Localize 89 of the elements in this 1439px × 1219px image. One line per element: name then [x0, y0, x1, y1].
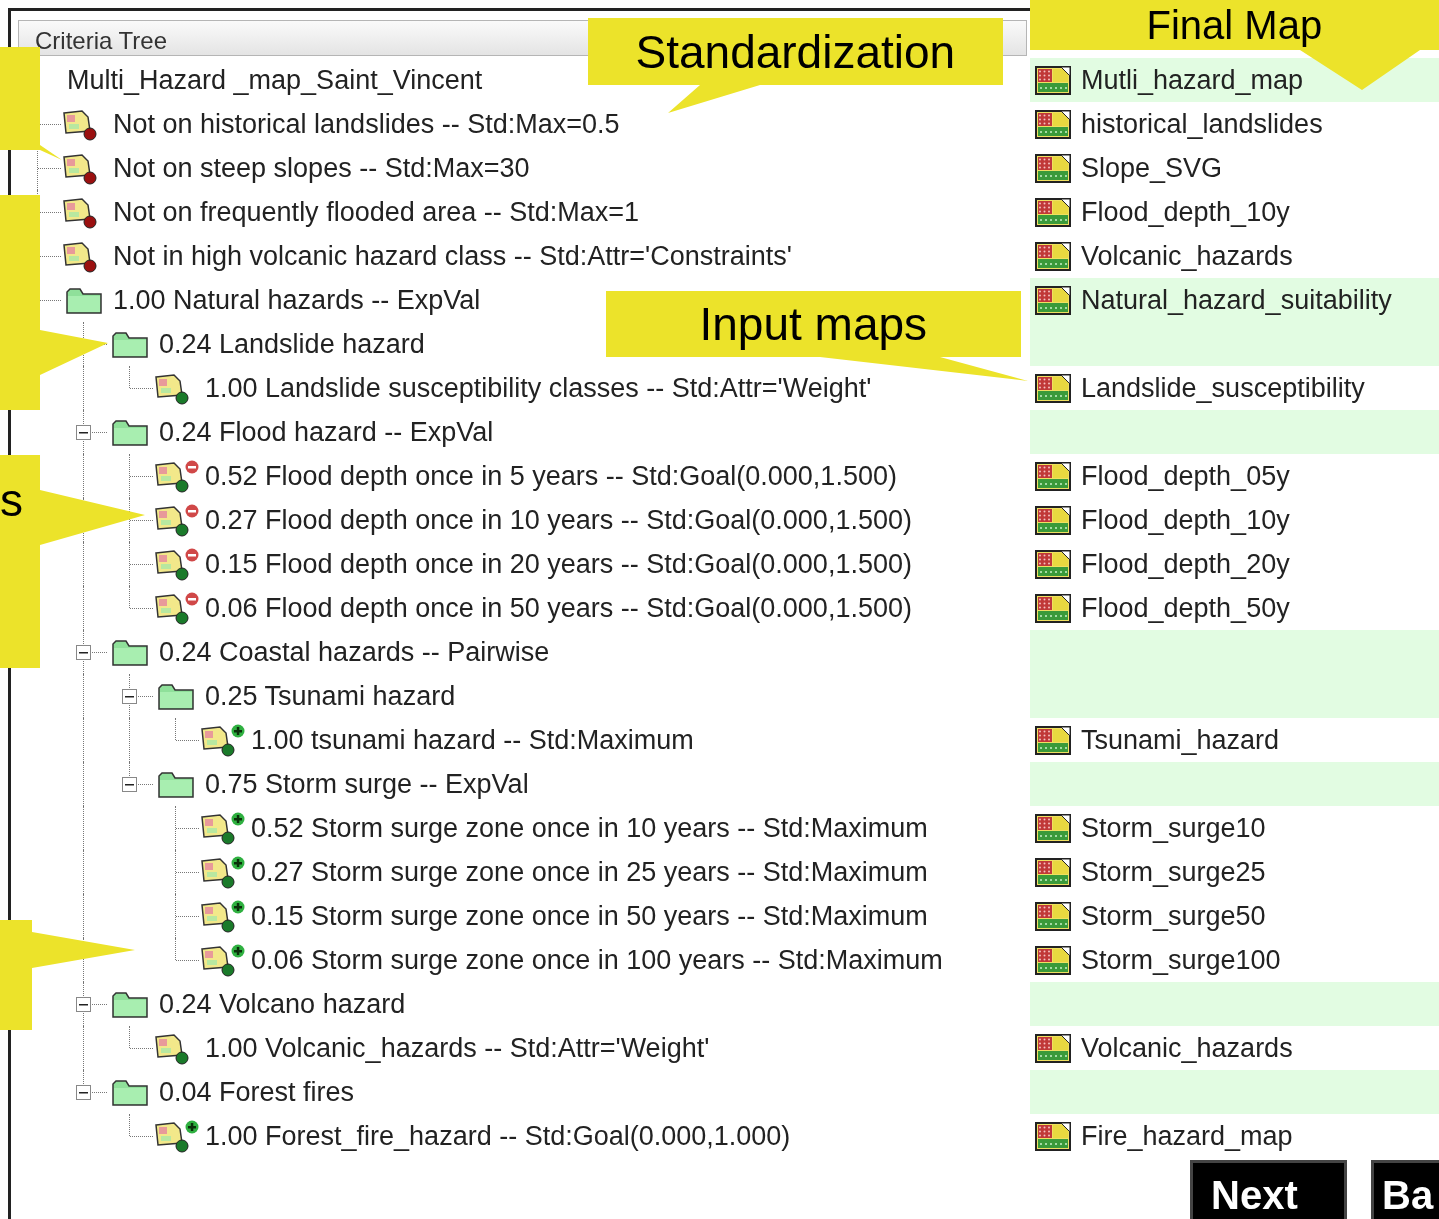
collapse-icon[interactable] — [76, 997, 91, 1012]
tree-item-label[interactable]: Multi_Hazard _map_Saint_Vincent — [67, 59, 483, 101]
folder-icon — [65, 285, 103, 315]
tree-item-label[interactable]: 0.27 Flood depth once in 10 years -- Std:Goal(0.000,1.500) — [205, 499, 912, 541]
raster-map-icon — [1035, 725, 1071, 755]
tree-item-label[interactable]: 0.24 Coastal hazards -- Pairwise — [159, 631, 550, 673]
tree-item-label[interactable]: 1.00 Landslide susceptibility classes -- Std:Attr='Weight' — [205, 367, 872, 409]
map-name: Storm_surge10 — [1081, 811, 1266, 845]
collapse-icon[interactable] — [76, 1085, 91, 1100]
map-name: Storm_surge25 — [1081, 855, 1266, 889]
map-name: Slope_SVG — [1081, 151, 1223, 185]
tree-item-label[interactable]: 1.00 Volcanic_hazards -- Std:Attr='Weight' — [205, 1027, 710, 1069]
map-name: Flood_depth_10y — [1081, 503, 1290, 537]
map-name: Volcanic_hazards — [1081, 1031, 1293, 1065]
callout-label: s — [0, 477, 23, 523]
tree-item-label[interactable]: Not in high volcanic hazard class -- Std:Attr='Constraints' — [113, 235, 792, 277]
raster-map-icon — [1035, 813, 1071, 843]
callout-label: Final Map — [1146, 5, 1323, 45]
map-sheet-plus-icon — [199, 855, 245, 889]
map-sheet-minus-icon — [153, 459, 199, 493]
raster-map-icon — [1035, 505, 1071, 535]
folder-icon — [111, 989, 149, 1019]
map-sheet-plus-icon — [199, 811, 245, 845]
map-name: Fire_hazard_map — [1081, 1119, 1293, 1153]
raster-map-icon — [1035, 373, 1071, 403]
map-sheet-plus-icon — [199, 723, 245, 757]
tree-item-label[interactable]: Not on frequently flooded area -- Std:Max=1 — [113, 191, 640, 233]
tree-item-label[interactable]: 0.24 Landslide hazard — [159, 323, 425, 365]
map-name: Flood_depth_50y — [1081, 591, 1290, 625]
raster-map-icon — [1035, 65, 1071, 95]
map-name: Flood_depth_10y — [1081, 195, 1290, 229]
tree-item-label[interactable]: Not on historical landslides -- Std:Max=0.5 — [113, 103, 620, 145]
tree-item-label[interactable]: 1.00 Natural hazards -- ExpVal — [113, 279, 481, 321]
folder-icon — [111, 417, 149, 447]
tree-item-label[interactable]: 1.00 Forest_fire_hazard -- Std:Goal(0.000,1.000) — [205, 1115, 791, 1157]
nav-button[interactable]: Ba — [1371, 1160, 1439, 1219]
map-name: Flood_depth_05y — [1081, 459, 1290, 493]
map-name: Storm_surge50 — [1081, 899, 1266, 933]
tree-item-label[interactable]: 0.15 Flood depth once in 20 years -- Std:Goal(0.000,1.500) — [205, 543, 912, 585]
tree-item-label[interactable]: 0.24 Volcano hazard — [159, 983, 406, 1025]
folder-icon — [157, 681, 195, 711]
map-sheet-minus-icon — [153, 591, 199, 625]
map-name: Flood_depth_20y — [1081, 547, 1290, 581]
tree-item-label[interactable]: 0.24 Flood hazard -- ExpVal — [159, 411, 494, 453]
raster-map-icon — [1035, 1121, 1071, 1151]
map-name: Mutli_hazard_map — [1081, 63, 1304, 97]
raster-map-icon — [1035, 241, 1071, 271]
map-name: Volcanic_hazards — [1081, 239, 1293, 273]
collapse-icon[interactable] — [76, 645, 91, 660]
map-name: Tsunami_hazard — [1081, 723, 1280, 757]
nav-button[interactable]: Next — [1190, 1160, 1347, 1219]
raster-map-icon — [1035, 857, 1071, 887]
tree-item-label[interactable]: 0.27 Storm surge zone once in 25 years -- Std:Maximum — [251, 851, 928, 893]
tree-item-label[interactable]: 0.75 Storm surge -- ExpVal — [205, 763, 529, 805]
map-name: Storm_surge100 — [1081, 943, 1281, 977]
collapse-icon[interactable] — [122, 777, 137, 792]
tree-item-label[interactable]: 0.52 Flood depth once in 5 years -- Std:Goal(0.000,1.500) — [205, 455, 897, 497]
map-sheet-plus-icon — [199, 899, 245, 933]
collapse-icon[interactable] — [76, 425, 91, 440]
raster-map-icon — [1035, 593, 1071, 623]
raster-map-icon — [1035, 1033, 1071, 1063]
raster-map-icon — [1035, 197, 1071, 227]
tree-item-label[interactable]: Not on steep slopes -- Std:Max=30 — [113, 147, 530, 189]
map-name: Landslide_susceptibility — [1081, 371, 1365, 405]
map-sheet-plus-icon — [199, 943, 245, 977]
tree-item-label[interactable]: 0.15 Storm surge zone once in 50 years -- Std:Maximum — [251, 895, 928, 937]
folder-icon — [111, 1077, 149, 1107]
map-sheet-minus-icon — [153, 547, 199, 581]
folder-icon — [111, 329, 149, 359]
folder-icon — [111, 637, 149, 667]
collapse-icon[interactable] — [122, 689, 137, 704]
raster-map-icon — [1035, 901, 1071, 931]
raster-map-icon — [1035, 153, 1071, 183]
tree-item-label[interactable]: 0.04 Forest fires — [159, 1071, 355, 1113]
tree-item-label[interactable]: 0.06 Flood depth once in 50 years -- Std:Goal(0.000,1.500) — [205, 587, 912, 629]
map-sheet-minus-icon — [153, 503, 199, 537]
raster-map-icon — [1035, 109, 1071, 139]
raster-map-icon — [1035, 285, 1071, 315]
raster-map-icon — [1035, 549, 1071, 579]
map-name: Natural_hazard_suitability — [1081, 283, 1392, 317]
tree-item-label[interactable]: 0.25 Tsunami hazard — [205, 675, 456, 717]
tree-item-label[interactable]: 1.00 tsunami hazard -- Std:Maximum — [251, 719, 694, 761]
raster-map-icon — [1035, 461, 1071, 491]
raster-map-icon — [1035, 945, 1071, 975]
tree-item-label[interactable]: 0.52 Storm surge zone once in 10 years -- Std:Maximum — [251, 807, 928, 849]
tree-item-label[interactable]: 0.06 Storm surge zone once in 100 years -- Std:Maximum — [251, 939, 943, 981]
map-sheet-plus-icon — [153, 1119, 199, 1153]
folder-icon — [157, 769, 195, 799]
map-name: historical_landslides — [1081, 107, 1323, 141]
